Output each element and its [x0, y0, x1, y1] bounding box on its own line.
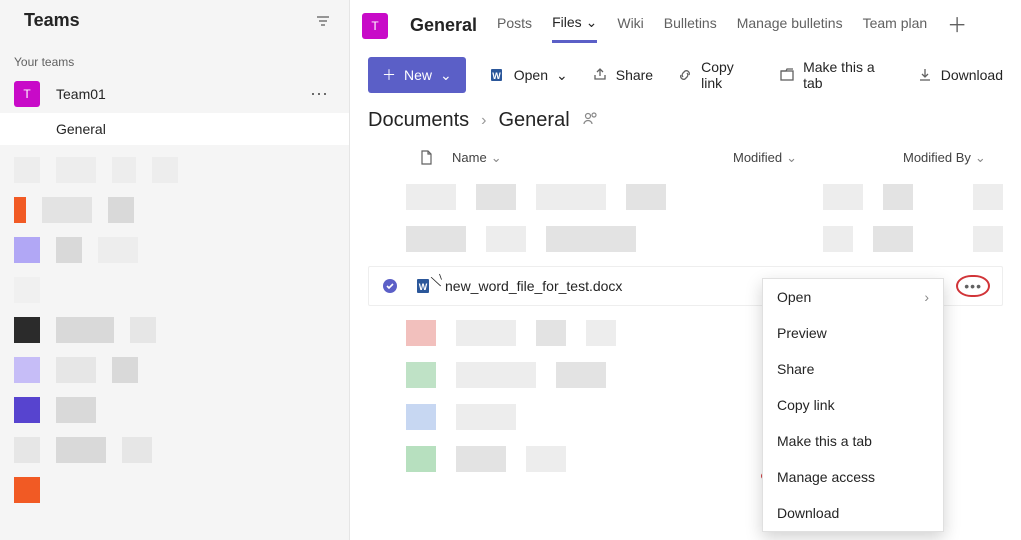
ctx-manage-access[interactable]: Manage access — [763, 459, 943, 495]
tab-posts[interactable]: Posts — [497, 9, 532, 43]
team-avatar: T — [14, 81, 40, 107]
teams-title: Teams — [24, 10, 80, 31]
breadcrumb-current: General — [498, 109, 569, 132]
team-more-icon[interactable]: ⋯ — [310, 84, 329, 105]
column-name[interactable]: Name⌄ — [446, 150, 733, 166]
ctx-make-tab[interactable]: Make this a tab — [763, 423, 943, 459]
sidebar-channel-general[interactable]: General — [0, 113, 349, 145]
chevron-down-icon: ⌄ — [786, 150, 797, 165]
breadcrumb: Documents › General — [350, 103, 1021, 150]
column-modified-by[interactable]: Modified By⌄ — [903, 150, 1003, 166]
tab-bulletins[interactable]: Bulletins — [664, 9, 717, 43]
open-button[interactable]: W Open ⌄ — [490, 67, 568, 84]
tab-files[interactable]: Files⌄ — [552, 8, 597, 43]
column-type-icon[interactable] — [406, 150, 446, 166]
ctx-download[interactable]: Download — [763, 495, 943, 531]
filter-icon[interactable] — [315, 13, 331, 29]
ctx-copy-link[interactable]: Copy link — [763, 387, 943, 423]
chevron-down-icon: ⌄ — [556, 67, 568, 84]
team-row[interactable]: T Team01 ⋯ — [0, 75, 349, 113]
list-item — [368, 176, 1003, 218]
chevron-right-icon: › — [924, 289, 929, 305]
download-button[interactable]: Download — [917, 67, 1003, 83]
your-teams-label: Your teams — [0, 39, 349, 75]
ctx-preview[interactable]: Preview — [763, 315, 943, 351]
tab-manage-bulletins[interactable]: Manage bulletins — [737, 9, 843, 43]
teams-sidebar: Teams Your teams T Team01 ⋯ General — [0, 0, 350, 540]
selected-check-icon[interactable] — [375, 278, 405, 294]
svg-text:W: W — [492, 71, 501, 81]
link-icon — [677, 67, 693, 83]
ctx-share[interactable]: Share — [763, 351, 943, 387]
channel-name: General — [410, 15, 477, 36]
channel-header: T General Posts Files⌄ Wiki Bulletins Ma… — [350, 0, 1021, 43]
word-icon: W — [490, 67, 506, 83]
more-actions-button[interactable]: ••• — [956, 275, 990, 297]
tab-wiki[interactable]: Wiki — [617, 9, 643, 43]
chevron-right-icon: › — [481, 112, 486, 130]
svg-text:W: W — [419, 282, 428, 292]
chevron-down-icon: ⌄ — [586, 14, 598, 30]
column-headers: Name⌄ Modified⌄ Modified By⌄ — [350, 150, 1021, 176]
channel-avatar: T — [362, 13, 388, 39]
new-button[interactable]: ＋ New ⌄ — [368, 57, 466, 93]
sidebar-obscured-teams — [0, 145, 349, 515]
file-context-menu: Open› Preview Share Copy link Make this … — [762, 278, 944, 532]
copy-link-button[interactable]: Copy link — [677, 59, 755, 91]
add-tab-button[interactable]: ＋ — [947, 19, 967, 33]
make-tab-button[interactable]: Make this a tab — [779, 59, 893, 91]
people-icon[interactable] — [582, 109, 600, 132]
download-icon — [917, 67, 933, 83]
tab-icon — [779, 67, 795, 83]
chevron-down-icon: ⌄ — [975, 150, 986, 165]
breadcrumb-root[interactable]: Documents — [368, 109, 469, 132]
tab-team-plan[interactable]: Team plan — [863, 9, 928, 43]
chevron-down-icon: ⌄ — [491, 150, 502, 165]
share-button[interactable]: Share — [592, 67, 653, 83]
channel-tabs: Posts Files⌄ Wiki Bulletins Manage bulle… — [497, 8, 967, 43]
ellipsis-icon: ••• — [964, 278, 982, 294]
plus-icon: ＋ — [382, 65, 396, 85]
share-icon — [592, 67, 608, 83]
files-toolbar: ＋ New ⌄ W Open ⌄ Share Copy link — [350, 43, 1021, 103]
column-modified[interactable]: Modified⌄ — [733, 150, 903, 166]
chevron-down-icon: ⌄ — [440, 67, 452, 84]
list-item — [368, 218, 1003, 260]
team-name: Team01 — [56, 86, 310, 102]
ctx-open[interactable]: Open› — [763, 279, 943, 315]
